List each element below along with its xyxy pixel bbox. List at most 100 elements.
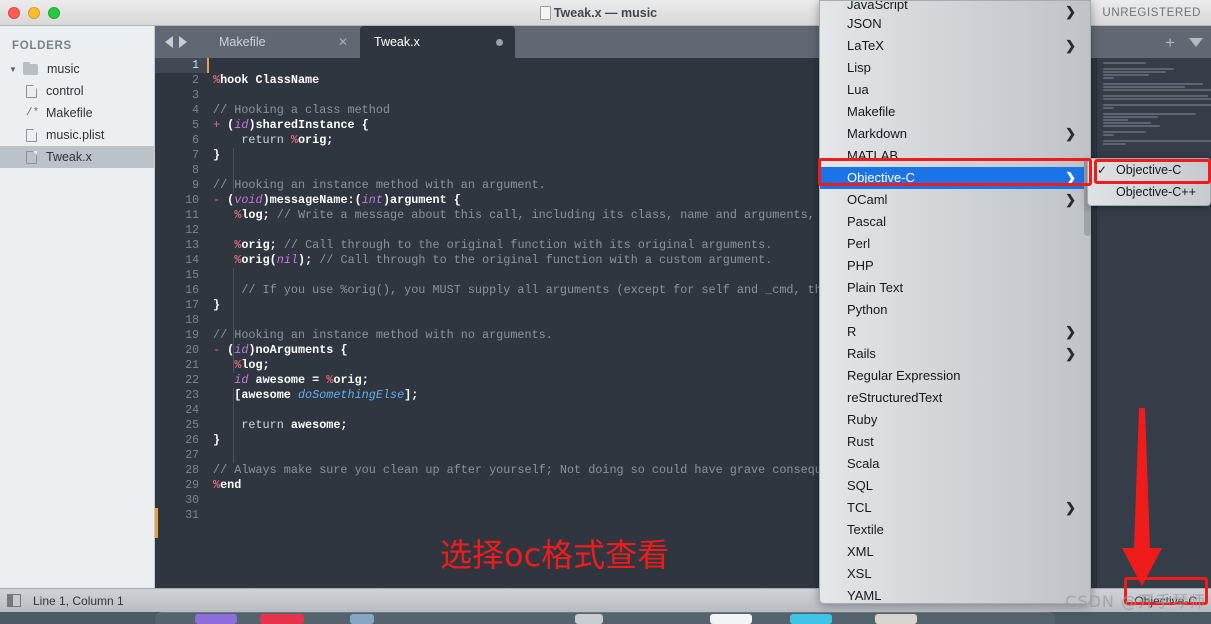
dock-app-icon[interactable] <box>575 614 603 624</box>
line-number: 8 <box>192 164 199 177</box>
folder-icon <box>23 61 38 75</box>
code-token: } <box>213 298 221 312</box>
sidebar-item-makefile[interactable]: /* Makefile <box>0 102 154 124</box>
code-token: } <box>213 148 221 162</box>
gutter-marker <box>155 508 158 538</box>
menu-item-textile[interactable]: Textile <box>820 519 1090 541</box>
code-token: // Always make sure you clean up after y… <box>213 463 829 477</box>
menu-item-objective-c[interactable]: Objective-C ❯ <box>820 167 1090 189</box>
menu-item-matlab[interactable]: MATLAB <box>820 145 1090 167</box>
sidebar-item-control[interactable]: control <box>0 80 154 102</box>
code-token: nil <box>276 253 298 267</box>
menu-item-lua[interactable]: Lua <box>820 79 1090 101</box>
code-token: id <box>234 343 249 357</box>
menu-item-pascal[interactable]: Pascal <box>820 211 1090 233</box>
menu-item-perl[interactable]: Perl <box>820 233 1090 255</box>
submenu-item-objective-c[interactable]: ✓ Objective-C <box>1088 159 1210 181</box>
close-icon[interactable]: ✕ <box>338 36 348 48</box>
code-token: doSomethingElse <box>297 388 405 402</box>
menu-item-ocaml[interactable]: OCaml ❯ <box>820 189 1090 211</box>
menu-item-rails[interactable]: Rails ❯ <box>820 343 1090 365</box>
menu-item-markdown[interactable]: Markdown ❯ <box>820 123 1090 145</box>
chevron-right-icon: ❯ <box>1065 500 1076 515</box>
dock-app-icon[interactable] <box>260 614 304 624</box>
menu-item-regular-expression[interactable]: Regular Expression <box>820 365 1090 387</box>
menu-item-plain-text[interactable]: Plain Text <box>820 277 1090 299</box>
menu-item-label: Python <box>847 302 888 317</box>
minimap-line <box>1103 95 1208 97</box>
tab-nav-arrows[interactable] <box>165 26 187 58</box>
menu-item-sql[interactable]: SQL <box>820 475 1090 497</box>
indent-guide <box>233 148 234 193</box>
menu-item-restructuredtext[interactable]: reStructuredText <box>820 387 1090 409</box>
menu-item-python[interactable]: Python <box>820 299 1090 321</box>
objective-c-submenu[interactable]: ✓ Objective-C Objective-C++ <box>1087 158 1211 206</box>
syntax-mode-label[interactable]: Objective-C <box>1134 594 1197 608</box>
line-number: 6 <box>192 134 199 147</box>
chevron-right-icon: ❯ <box>1065 170 1076 185</box>
code-token: hook ClassName <box>220 73 320 87</box>
menu-item-lisp[interactable]: Lisp <box>820 57 1090 79</box>
menu-item-label: Perl <box>847 236 871 251</box>
menu-item-tcl[interactable]: TCL ❯ <box>820 497 1090 519</box>
minimap-line <box>1103 104 1211 106</box>
menu-item-label: reStructuredText <box>847 390 943 405</box>
macos-dock <box>0 612 1211 624</box>
tab-tweak-x[interactable]: Tweak.x <box>360 26 515 58</box>
submenu-item-objective-c++[interactable]: Objective-C++ <box>1088 181 1210 203</box>
chevron-down-icon[interactable]: ▼ <box>8 65 18 74</box>
minimap-line <box>1103 77 1115 79</box>
menu-item-latex[interactable]: LaTeX ❯ <box>820 35 1090 57</box>
annotation-text-cn: 选择oc格式查看 <box>440 536 670 574</box>
nav-forward-icon[interactable] <box>179 36 187 48</box>
menu-item-scala[interactable]: Scala <box>820 453 1090 475</box>
sidebar-folder-music[interactable]: ▼ music <box>0 58 154 80</box>
menu-item-r[interactable]: R ❯ <box>820 321 1090 343</box>
menu-item-xml[interactable]: XML <box>820 541 1090 563</box>
line-number: 16 <box>185 284 199 297</box>
menu-item-javascript[interactable]: JavaScript ❯ <box>820 0 1090 19</box>
menu-item-label: Rust <box>847 434 874 449</box>
menu-item-label: LaTeX <box>847 38 884 53</box>
line-number-gutter: 1 2 3 4 5 6 7 8 9 10 11 12 13 14 15 16 17 18 19 20 21 22 23 24 2… <box>155 58 207 588</box>
dock-app-icon[interactable] <box>790 614 832 624</box>
indent-guide <box>233 268 234 373</box>
dock-app-icon[interactable] <box>350 614 374 624</box>
menu-item-makefile[interactable]: Makefile <box>820 101 1090 123</box>
code-token: end <box>220 478 242 492</box>
dock-app-icon[interactable] <box>195 614 237 624</box>
menu-item-ruby[interactable]: Ruby <box>820 409 1090 431</box>
tab-list-chevron-down-icon[interactable] <box>1189 37 1203 47</box>
sidebar-item-tweak-x[interactable]: Tweak.x <box>0 146 154 168</box>
nav-back-icon[interactable] <box>165 36 173 48</box>
tab-makefile[interactable]: Makefile ✕ <box>205 26 360 58</box>
new-tab-icon[interactable]: + <box>1165 34 1175 51</box>
code-token: awesome; <box>290 418 348 432</box>
code-token: )messageName:( <box>262 193 362 207</box>
syntax-language-menu[interactable]: JavaScript ❯ JSON LaTeX ❯ Lisp Lua Makefile Mark… <box>819 0 1091 604</box>
menu-item-php[interactable]: PHP <box>820 255 1090 277</box>
dock-app-icon[interactable] <box>875 614 917 624</box>
line-number: 12 <box>185 224 199 237</box>
menu-item-yaml[interactable]: YAML <box>820 585 1090 603</box>
menu-item-json[interactable]: JSON <box>820 13 1090 35</box>
minimap[interactable] <box>1096 58 1211 588</box>
dock-app-icon[interactable] <box>710 614 752 624</box>
menu-item-xsl[interactable]: XSL <box>820 563 1090 585</box>
menu-item-rust[interactable]: Rust <box>820 431 1090 453</box>
sidebar-toggle-icon[interactable] <box>7 594 21 607</box>
menu-item-label: Rails <box>847 346 876 361</box>
code-token: // Hooking an instance method with no ar… <box>213 328 553 342</box>
sidebar-item-music-plist[interactable]: music.plist <box>0 124 154 146</box>
line-number: 3 <box>192 89 199 102</box>
menu-item-label: JavaScript <box>847 0 908 12</box>
makefile-icon: /* <box>26 107 40 119</box>
code-token: )noArguments { <box>248 343 348 357</box>
line-number: 29 <box>185 479 199 492</box>
code-token: // Call through to the original function… <box>319 253 773 267</box>
code-token: ); <box>298 253 320 267</box>
minimap-line <box>1103 83 1204 85</box>
minimap-line <box>1103 131 1147 133</box>
